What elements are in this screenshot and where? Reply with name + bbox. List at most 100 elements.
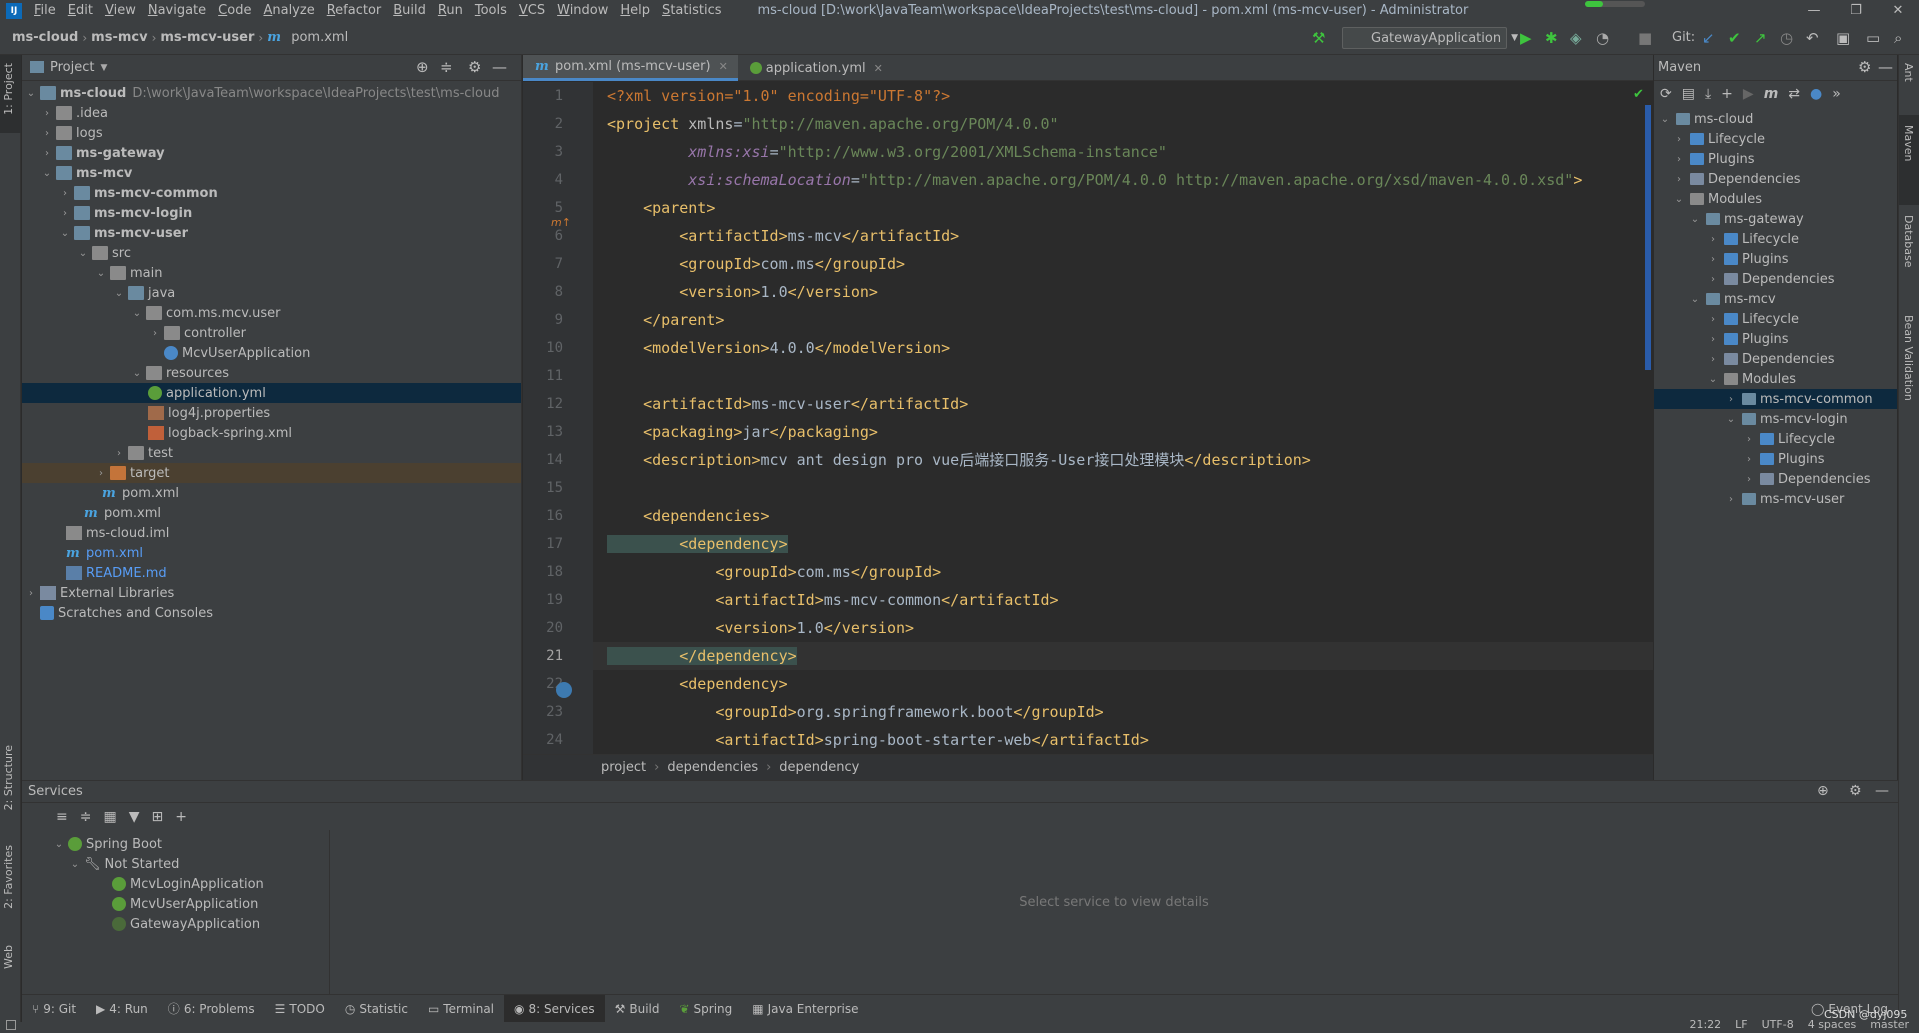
expanded-arrow-icon[interactable]: ⌄ bbox=[1688, 214, 1702, 225]
expanded-arrow-icon[interactable]: ⌄ bbox=[1706, 374, 1720, 385]
collapsed-arrow-icon[interactable]: › bbox=[1724, 394, 1738, 405]
debug-icon[interactable]: ✱ bbox=[1545, 29, 1558, 47]
maven-item-ms-mcv-login[interactable]: ⌄ ms-mcv-login bbox=[1654, 409, 1897, 429]
menu-analyze[interactable]: Analyze bbox=[257, 0, 320, 21]
code-line-3[interactable]: xmlns:xsi="http://www.w3.org/2001/XMLSch… bbox=[607, 138, 1167, 166]
code-line-6[interactable]: <artifactId>ms-mcv</artifactId> bbox=[607, 222, 959, 250]
tool-tab-run[interactable]: ▶ 4: Run bbox=[86, 995, 158, 1023]
menu-vcs[interactable]: VCS bbox=[513, 0, 551, 21]
add-folder-icon[interactable]: ▤ bbox=[1682, 86, 1695, 102]
project-panel-title[interactable]: Project bbox=[50, 60, 94, 75]
maven-item-dependencies[interactable]: › Dependencies bbox=[1654, 269, 1897, 289]
collapsed-arrow-icon[interactable]: › bbox=[24, 588, 38, 599]
tree-item-iml[interactable]: ms-cloud.iml bbox=[22, 523, 521, 543]
service-not-started[interactable]: ⌄ 🔧︎ Not Started bbox=[22, 854, 330, 874]
code-line-12[interactable]: <artifactId>ms-mcv-user</artifactId> bbox=[607, 390, 968, 418]
tree-item-mcvuserapplication[interactable]: McvUserApplication bbox=[22, 343, 521, 363]
tool-tab-spring[interactable]: ❦ Spring bbox=[669, 995, 742, 1023]
expanded-arrow-icon[interactable]: ⌄ bbox=[68, 859, 82, 870]
tab-web[interactable]: Web bbox=[2, 945, 15, 969]
locate-icon[interactable]: ⊕ bbox=[1817, 783, 1829, 799]
code-line-9[interactable]: </parent> bbox=[607, 306, 724, 334]
menu-code[interactable]: Code bbox=[212, 0, 257, 21]
collapsed-arrow-icon[interactable]: › bbox=[94, 468, 108, 479]
breadcrumb-ms-cloud[interactable]: ms-cloud bbox=[8, 30, 82, 45]
restore-button[interactable]: ❐ bbox=[1835, 0, 1877, 21]
collapsed-arrow-icon[interactable]: › bbox=[1672, 154, 1686, 165]
history-icon[interactable]: ◷ bbox=[1780, 29, 1793, 47]
tool-tab-java-enterprise[interactable]: ▦ Java Enterprise bbox=[742, 995, 868, 1023]
tab-ant[interactable]: Ant bbox=[1902, 63, 1915, 82]
git-update-icon[interactable]: ↙ bbox=[1702, 29, 1715, 47]
tool-tab-terminal[interactable]: ▭ Terminal bbox=[418, 995, 504, 1023]
close-window-button[interactable]: ✕ bbox=[1877, 0, 1919, 21]
tree-item-scratches[interactable]: Scratches and Consoles bbox=[22, 603, 521, 623]
menu-view[interactable]: View bbox=[99, 0, 142, 21]
crumb-project[interactable]: project bbox=[593, 760, 654, 775]
expanded-arrow-icon[interactable]: ⌄ bbox=[130, 308, 144, 319]
expanded-arrow-icon[interactable]: ⌄ bbox=[112, 288, 126, 299]
toggle-tool-windows-icon[interactable] bbox=[6, 1020, 16, 1030]
collapsed-arrow-icon[interactable]: › bbox=[1724, 494, 1738, 505]
maven-item-ms-mcv-user[interactable]: › ms-mcv-user bbox=[1654, 489, 1897, 509]
overrides-marker-icon[interactable]: m↑ bbox=[551, 216, 571, 229]
tree-item-pom-mcv[interactable]: m pom.xml bbox=[22, 503, 521, 523]
expanded-arrow-icon[interactable]: ⌄ bbox=[40, 168, 54, 179]
maven-item-plugins[interactable]: › Plugins bbox=[1654, 149, 1897, 169]
crumb-dependencies[interactable]: dependencies bbox=[659, 760, 766, 775]
menu-help[interactable]: Help bbox=[614, 0, 656, 21]
build-hammer-icon[interactable]: ⚒ bbox=[1312, 29, 1325, 47]
collapsed-arrow-icon[interactable]: › bbox=[40, 148, 54, 159]
maven-item-dependencies[interactable]: › Dependencies bbox=[1654, 169, 1897, 189]
maven-item-modules[interactable]: ⌄ Modules bbox=[1654, 189, 1897, 209]
maven-item-plugins[interactable]: › Plugins bbox=[1654, 249, 1897, 269]
settings-gear-icon[interactable]: ⚙ bbox=[1849, 783, 1862, 799]
tree-item-main[interactable]: ⌄ main bbox=[22, 263, 521, 283]
code-line-23[interactable]: <groupId>org.springframework.boot</group… bbox=[607, 698, 1103, 726]
expanded-arrow-icon[interactable]: ⌄ bbox=[24, 88, 38, 99]
tree-item-ms-mcv-user[interactable]: ⌄ ms-mcv-user bbox=[22, 223, 521, 243]
menu-run[interactable]: Run bbox=[432, 0, 469, 21]
tree-item-controller[interactable]: › controller bbox=[22, 323, 521, 343]
code-line-2[interactable]: <project xmlns="http://maven.apache.org/… bbox=[607, 110, 1059, 138]
service-mcvloginapplication[interactable]: McvLoginApplication bbox=[22, 874, 330, 894]
expand-all-icon[interactable]: ≡ bbox=[56, 809, 68, 825]
breadcrumb-pom-xml[interactable]: pom.xml bbox=[287, 30, 352, 45]
expanded-arrow-icon[interactable]: ⌄ bbox=[1658, 114, 1672, 125]
run-configuration-select[interactable]: GatewayApplication ▼ bbox=[1342, 27, 1518, 49]
tree-item-ms-mcv-login[interactable]: › ms-mcv-login bbox=[22, 203, 521, 223]
breadcrumb-ms-mcv[interactable]: ms-mcv bbox=[87, 30, 151, 45]
rollback-icon[interactable]: ↶ bbox=[1806, 29, 1819, 47]
collapsed-arrow-icon[interactable]: › bbox=[1706, 334, 1720, 345]
search-everywhere-icon[interactable]: ⌕ bbox=[1894, 29, 1902, 47]
collapsed-arrow-icon[interactable]: › bbox=[1672, 174, 1686, 185]
git-push-icon[interactable]: ↗ bbox=[1754, 29, 1767, 47]
code-line-7[interactable]: <groupId>com.ms</groupId> bbox=[607, 250, 905, 278]
toggle-offline-icon[interactable]: ⇄ bbox=[1788, 86, 1800, 102]
tree-item-logback[interactable]: logback-spring.xml bbox=[22, 423, 521, 443]
settings-gear-icon[interactable]: ⚙ bbox=[468, 58, 481, 76]
tree-item-ms-mcv-common[interactable]: › ms-mcv-common bbox=[22, 183, 521, 203]
tree-item-idea[interactable]: › .idea bbox=[22, 103, 521, 123]
crumb-dependency[interactable]: dependency bbox=[771, 760, 867, 775]
hide-panel-icon[interactable]: — bbox=[1875, 783, 1889, 799]
maven-item-ms-cloud[interactable]: ⌄ ms-cloud bbox=[1654, 109, 1897, 129]
code-line-10[interactable]: <modelVersion>4.0.0</modelVersion> bbox=[607, 334, 950, 362]
tree-item-java[interactable]: ⌄ java bbox=[22, 283, 521, 303]
collapsed-arrow-icon[interactable]: › bbox=[1706, 274, 1720, 285]
tool-tab-statistic[interactable]: ◷ Statistic bbox=[335, 995, 418, 1023]
code-line-19[interactable]: <artifactId>ms-mcv-common</artifactId> bbox=[607, 586, 1058, 614]
tree-item-pom-user[interactable]: m pom.xml bbox=[22, 483, 521, 503]
inspection-ok-icon[interactable]: ✔ bbox=[1633, 87, 1644, 102]
tool-tab-services[interactable]: ◉ 8: Services bbox=[504, 994, 605, 1023]
code-line-22[interactable]: <dependency> bbox=[607, 670, 787, 698]
expanded-arrow-icon[interactable]: ⌄ bbox=[58, 228, 72, 239]
collapsed-arrow-icon[interactable]: › bbox=[40, 128, 54, 139]
caret-position[interactable]: 21:22 bbox=[1689, 1019, 1721, 1031]
tree-item-ms-gateway[interactable]: › ms-gateway bbox=[22, 143, 521, 163]
coverage-icon[interactable]: ◈ bbox=[1570, 29, 1582, 47]
tree-item-src[interactable]: ⌄ src bbox=[22, 243, 521, 263]
code-line-4[interactable]: xsi:schemaLocation="http://maven.apache.… bbox=[607, 166, 1582, 194]
collapsed-arrow-icon[interactable]: › bbox=[112, 448, 126, 459]
git-commit-icon[interactable]: ✔ bbox=[1728, 29, 1741, 47]
